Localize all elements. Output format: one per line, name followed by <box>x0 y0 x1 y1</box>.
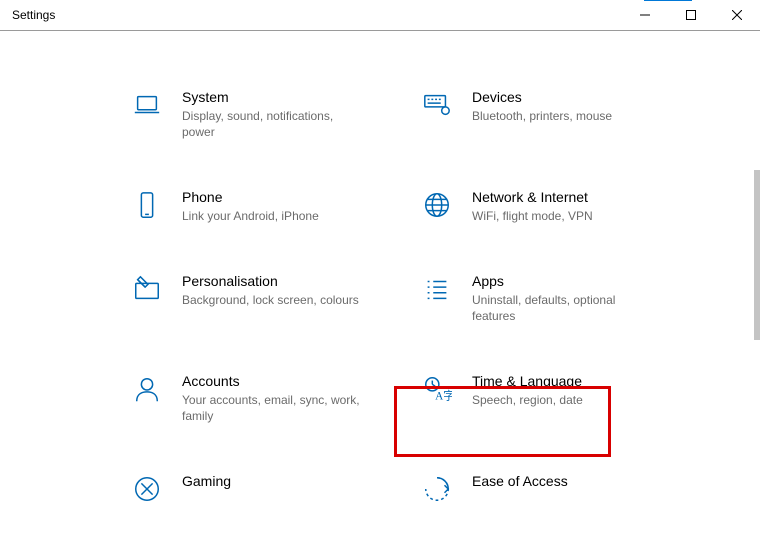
tile-title: Personalisation <box>182 272 359 290</box>
scrollbar-thumb[interactable] <box>754 170 760 340</box>
maximize-button[interactable] <box>668 0 714 30</box>
tile-title: Accounts <box>182 372 362 390</box>
tile-title: Devices <box>472 88 612 106</box>
tile-subtitle: Link your Android, iPhone <box>182 208 319 224</box>
tile-title: Network & Internet <box>472 188 593 206</box>
tile-title: Ease of Access <box>472 472 568 490</box>
tile-system[interactable]: System Display, sound, notifications, po… <box>130 84 400 144</box>
titlebar: Settings <box>0 0 760 31</box>
tile-subtitle: WiFi, flight mode, VPN <box>472 208 593 224</box>
paint-icon <box>130 272 164 306</box>
tile-time-language[interactable]: A字 Time & Language Speech, region, date <box>420 368 690 428</box>
tile-subtitle: Bluetooth, printers, mouse <box>472 108 612 124</box>
person-icon <box>130 372 164 406</box>
tile-subtitle: Your accounts, email, sync, work, family <box>182 392 362 424</box>
tile-title: Phone <box>182 188 319 206</box>
tile-subtitle: Background, lock screen, colours <box>182 292 359 308</box>
tile-ease-of-access[interactable]: Ease of Access <box>420 468 690 510</box>
laptop-icon <box>130 88 164 122</box>
tile-personalisation[interactable]: Personalisation Background, lock screen,… <box>130 268 400 328</box>
tile-subtitle: Display, sound, notifications, power <box>182 108 362 140</box>
phone-icon <box>130 188 164 222</box>
gaming-icon <box>130 472 164 506</box>
tile-subtitle: Speech, region, date <box>472 392 583 408</box>
tile-network[interactable]: Network & Internet WiFi, flight mode, VP… <box>420 184 690 228</box>
svg-text:A字: A字 <box>435 388 452 402</box>
tile-apps[interactable]: Apps Uninstall, defaults, optional featu… <box>420 268 690 328</box>
window-title: Settings <box>0 8 622 22</box>
content: System Display, sound, notifications, po… <box>0 30 760 538</box>
globe-icon <box>420 188 454 222</box>
keyboard-icon <box>420 88 454 122</box>
ease-of-access-icon <box>420 472 454 506</box>
tile-devices[interactable]: Devices Bluetooth, printers, mouse <box>420 84 690 144</box>
tile-accounts[interactable]: Accounts Your accounts, email, sync, wor… <box>130 368 400 428</box>
tile-title: Time & Language <box>472 372 583 390</box>
minimize-button[interactable] <box>622 0 668 30</box>
time-language-icon: A字 <box>420 372 454 406</box>
settings-grid: System Display, sound, notifications, po… <box>130 84 690 510</box>
list-icon <box>420 272 454 306</box>
close-button[interactable] <box>714 0 760 30</box>
tile-title: Gaming <box>182 472 231 490</box>
titlebar-accent <box>644 0 692 1</box>
tile-title: Apps <box>472 272 652 290</box>
tile-subtitle: Uninstall, defaults, optional features <box>472 292 652 324</box>
tile-gaming[interactable]: Gaming <box>130 468 400 510</box>
tile-title: System <box>182 88 362 106</box>
tile-phone[interactable]: Phone Link your Android, iPhone <box>130 184 400 228</box>
